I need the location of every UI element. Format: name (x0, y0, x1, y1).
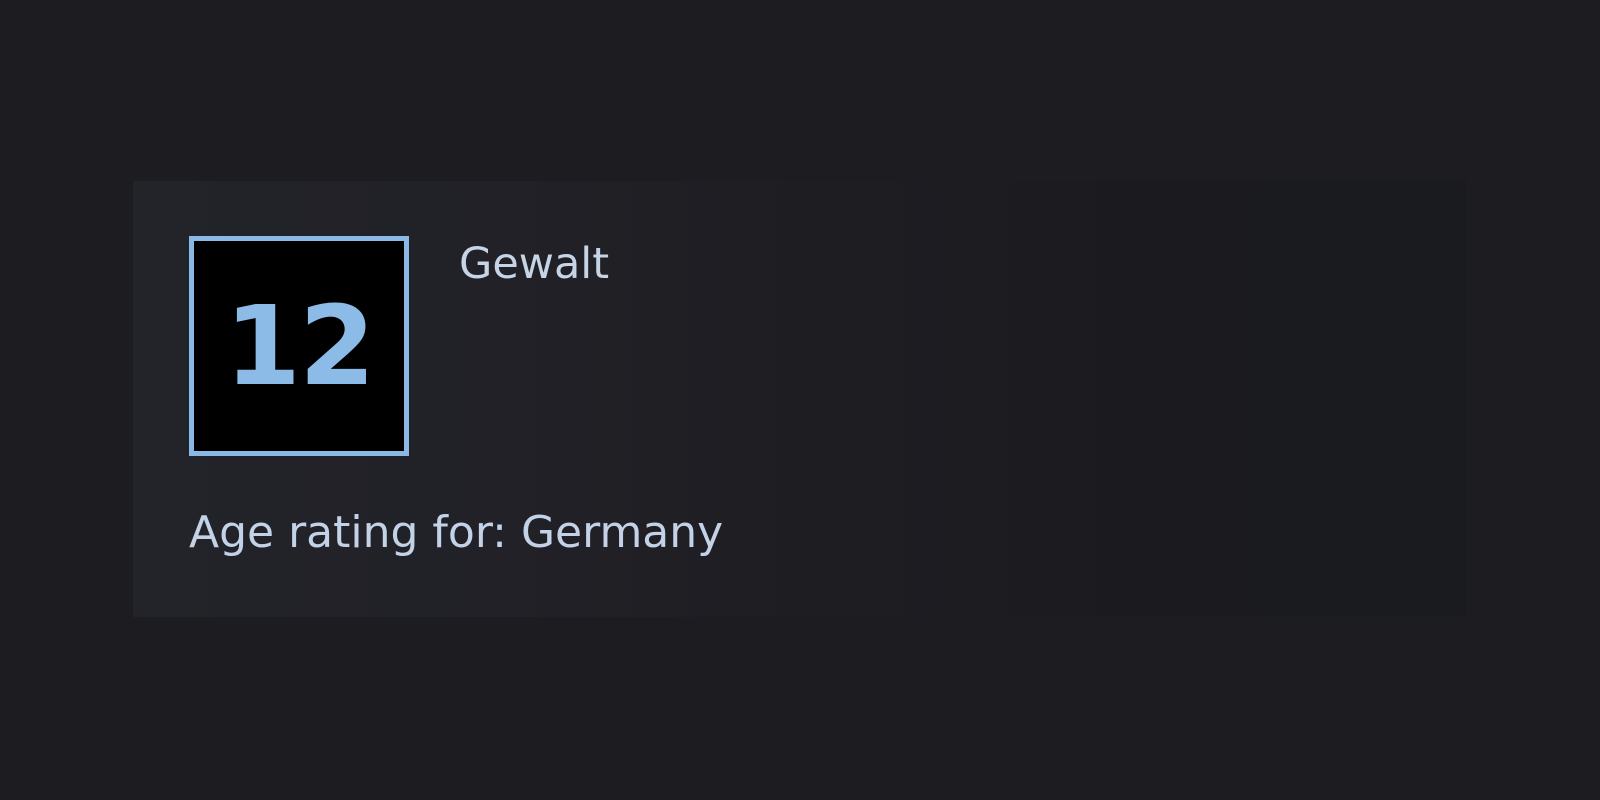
age-rating-badge: 12 (189, 236, 409, 456)
age-rating-number: 12 (224, 282, 375, 410)
age-rating-region-label: Age rating for: Germany (189, 507, 724, 558)
content-descriptor: Gewalt (459, 239, 610, 289)
